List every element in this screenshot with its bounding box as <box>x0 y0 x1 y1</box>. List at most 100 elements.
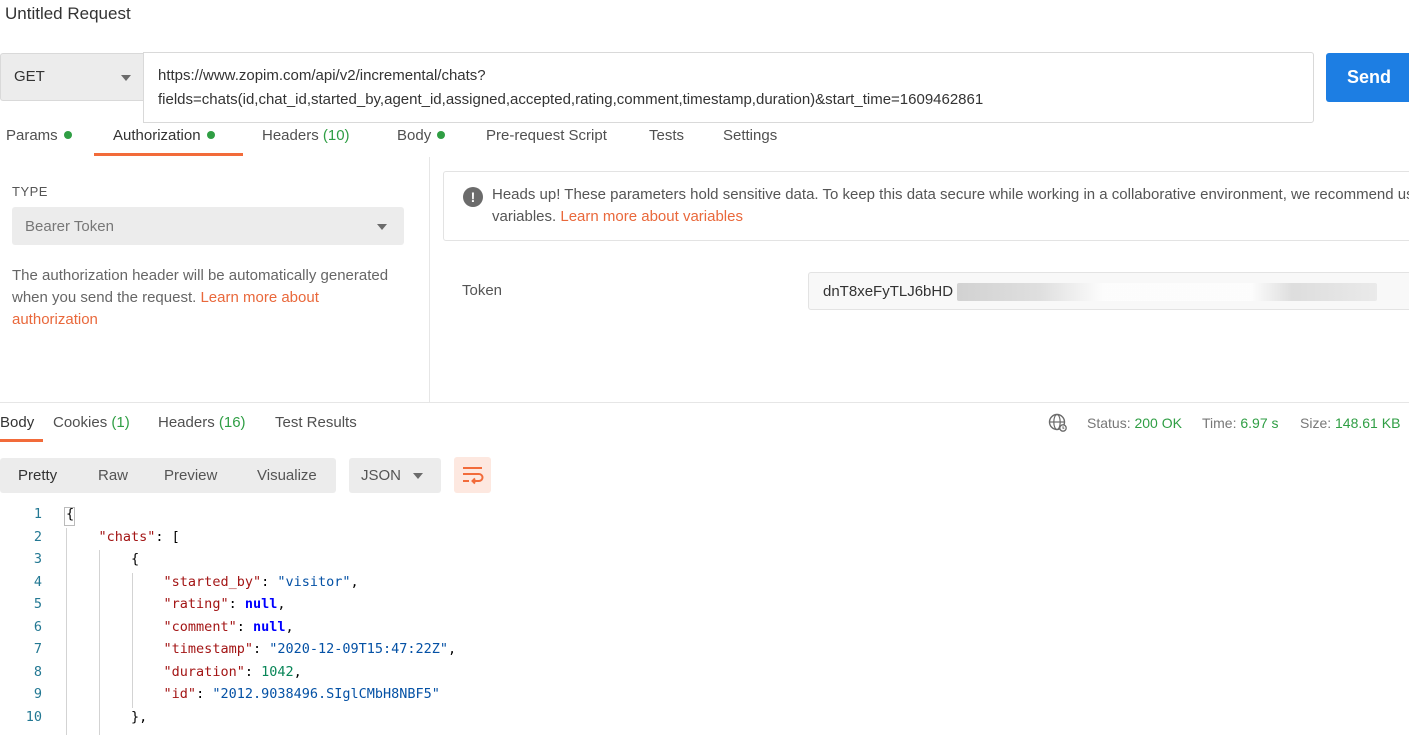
status-info: Status: 200 OK <box>1087 415 1182 431</box>
code-line: 1 { <box>0 506 1409 529</box>
code-text: "duration": 1042, <box>163 663 302 680</box>
method-label: GET <box>14 68 45 85</box>
code-line: 8 "duration": 1042, <box>0 664 1409 687</box>
size-value[interactable]: 148.61 KB <box>1335 415 1400 431</box>
wrap-lines-icon <box>463 467 484 485</box>
code-text: { <box>131 551 140 567</box>
response-divider <box>0 402 1409 403</box>
request-title[interactable]: Untitled Request <box>5 4 131 24</box>
time-info: Time: 6.97 s <box>1202 415 1279 431</box>
code-line: 3 { <box>0 551 1409 574</box>
code-text: "rating": null, <box>163 596 286 612</box>
chevron-down-icon <box>121 75 131 81</box>
url-line-1: https://www.zopim.com/api/v2/incremental… <box>158 67 486 84</box>
code-line: 2 "chats": [ <box>0 529 1409 552</box>
line-number: 8 <box>33 663 42 680</box>
response-tab-body[interactable]: Body <box>0 414 34 431</box>
json-value: "2012.9038496.SIglCMbH8NBF5" <box>212 686 440 702</box>
auth-type-select[interactable]: Bearer Token <box>12 207 404 245</box>
format-toggle-group: Pretty Raw Preview Visualize <box>0 458 336 493</box>
tab-label: Headers <box>262 127 319 144</box>
chevron-down-icon <box>377 224 387 230</box>
size-label: Size: <box>1300 415 1332 431</box>
tab-pre-request-script[interactable]: Pre-request Script <box>486 127 607 144</box>
tab-label: Pre-request Script <box>486 127 607 144</box>
format-raw-button[interactable]: Raw <box>98 467 128 484</box>
line-number: 3 <box>33 551 42 567</box>
format-pretty-button[interactable]: Pretty <box>18 467 57 484</box>
status-value[interactable]: 200 OK <box>1134 415 1181 431</box>
json-key: "comment" <box>163 618 237 635</box>
info-icon: ! <box>463 187 483 207</box>
code-line: 9 "id": "2012.9038496.SIglCMbH8NBF5" <box>0 686 1409 709</box>
auth-description: The authorization header will be automat… <box>12 265 392 331</box>
response-tab-headers[interactable]: Headers (16) <box>158 414 246 431</box>
tab-label: Tests <box>649 127 685 144</box>
size-info: Size: 148.61 KB <box>1300 415 1400 431</box>
sensitive-data-notice: ! Heads up! These parameters hold sensit… <box>443 171 1409 241</box>
redacted-token-mask <box>957 283 1377 301</box>
tab-authorization[interactable]: Authorization <box>113 127 215 144</box>
request-tabs: Params Authorization Headers (10) Body P… <box>0 124 1409 157</box>
tab-params[interactable]: Params <box>6 127 72 144</box>
response-tab-test-results[interactable]: Test Results <box>275 414 357 431</box>
tab-label: Cookies <box>53 414 108 431</box>
code-text: "id": "2012.9038496.SIglCMbH8NBF5" <box>163 686 440 702</box>
status-label: Status: <box>1087 415 1131 431</box>
tab-count: (10) <box>322 127 350 144</box>
code-text: "timestamp": "2020-12-09T15:47:22Z", <box>163 641 457 657</box>
line-number: 5 <box>33 596 42 612</box>
code-line: 7 "timestamp": "2020-12-09T15:47:22Z", <box>0 641 1409 664</box>
line-number: 2 <box>33 528 42 545</box>
code-text: }, <box>131 708 148 725</box>
json-value: null <box>244 596 278 612</box>
tab-label: Headers <box>158 414 215 431</box>
code-text: "chats": [ <box>98 528 180 545</box>
json-key: "started_by" <box>163 573 262 590</box>
method-select[interactable]: GET <box>0 53 143 101</box>
panel-divider <box>429 157 430 402</box>
code-line: 10 }, <box>0 709 1409 732</box>
tab-label: Body <box>397 127 432 144</box>
tab-body[interactable]: Body <box>397 127 446 144</box>
json-value: null <box>252 618 286 635</box>
code-line: 4 "started_by": "visitor", <box>0 574 1409 597</box>
tab-label: Test Results <box>275 414 357 431</box>
tab-settings[interactable]: Settings <box>723 127 777 144</box>
status-dot-icon <box>63 131 72 139</box>
code-line: 5 "rating": null, <box>0 596 1409 619</box>
format-preview-button[interactable]: Preview <box>164 467 217 484</box>
status-dot-icon <box>206 131 215 139</box>
url-input[interactable]: https://www.zopim.com/api/v2/incremental… <box>143 52 1314 123</box>
json-value: "2020-12-09T15:47:22Z" <box>269 641 449 657</box>
line-number: 7 <box>33 641 42 657</box>
language-select[interactable]: JSON <box>349 458 441 493</box>
globe-icon[interactable] <box>1048 413 1068 433</box>
json-value: 1042 <box>261 663 294 680</box>
active-tab-indicator <box>94 153 243 156</box>
token-input[interactable]: dnT8xeFyTLJ6bHD <box>808 272 1409 310</box>
tab-tests[interactable]: Tests <box>649 127 684 144</box>
tab-label: Authorization <box>113 127 201 144</box>
active-response-tab-indicator <box>0 439 43 442</box>
line-number: 6 <box>33 618 42 635</box>
line-number: 10 <box>25 708 42 725</box>
code-text: "started_by": "visitor", <box>163 573 359 590</box>
json-key: "chats" <box>98 528 156 545</box>
response-body-editor[interactable]: 1 { 2 "chats": [ 3 { 4 "started_by": "vi… <box>0 506 1409 735</box>
auth-type-value: Bearer Token <box>25 218 114 235</box>
language-value: JSON <box>361 467 402 484</box>
json-key: "id" <box>163 686 197 702</box>
wrap-lines-button[interactable] <box>454 457 491 493</box>
line-number: 9 <box>33 686 42 702</box>
response-tab-cookies[interactable]: Cookies (1) <box>53 414 130 431</box>
token-value: dnT8xeFyTLJ6bHD <box>823 283 954 300</box>
learn-more-variables-link[interactable]: Learn more about variables <box>560 208 743 225</box>
json-key: "duration" <box>163 663 245 680</box>
tab-headers[interactable]: Headers (10) <box>262 127 350 144</box>
format-visualize-button[interactable]: Visualize <box>257 467 317 484</box>
json-value: "visitor" <box>277 573 351 590</box>
auth-type-label: TYPE <box>12 184 48 199</box>
time-value[interactable]: 6.97 s <box>1240 415 1278 431</box>
send-button[interactable]: Send <box>1326 53 1409 102</box>
